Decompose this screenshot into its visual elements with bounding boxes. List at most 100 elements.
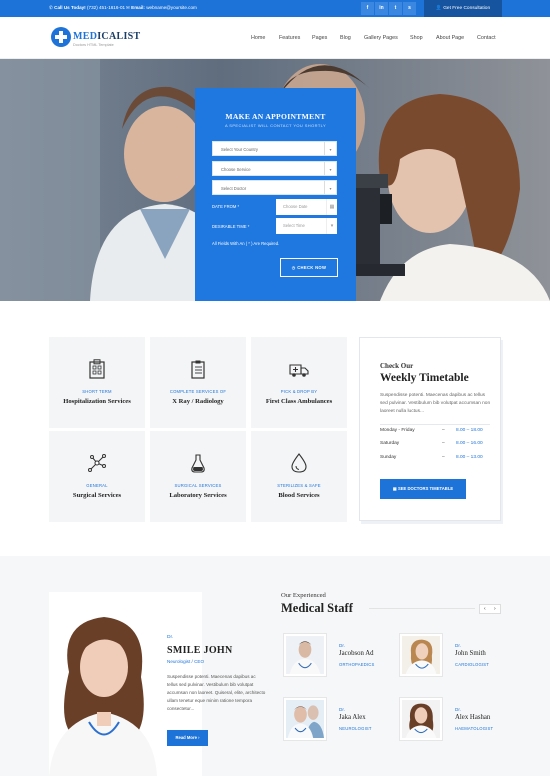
nav-about-page[interactable]: About Page	[436, 35, 464, 41]
free-consultation-button[interactable]: 👤 Get Free Consultation	[424, 0, 502, 17]
appointment-title: MAKE AN APPOINTMENT	[225, 112, 326, 121]
logo-text[interactable]: MEDICALIST	[73, 31, 140, 42]
doctor-name[interactable]: Jaka Alex	[339, 714, 366, 721]
doctor-prefix: Dr.	[339, 643, 345, 648]
staff-pretitle: Our Experienced	[281, 592, 326, 599]
nav-pages[interactable]: Pages	[312, 35, 327, 41]
phone-number[interactable]: (732) 451-1616-01	[87, 5, 125, 10]
linkedin-icon[interactable]: in	[375, 2, 388, 15]
see-timetable-label: SEE DOCTORS TIMETABLE	[397, 486, 454, 491]
timetable-time: 8.00 – 16.00	[456, 441, 483, 446]
staff-title: Medical Staff	[281, 601, 353, 615]
chevron-down-icon: ▾	[324, 142, 336, 155]
read-more-button[interactable]: Read More ›	[167, 730, 208, 746]
doctor-prefix: Dr.	[455, 707, 461, 712]
service-category: STERILIZES & SAFE	[277, 483, 321, 488]
doctor-photo[interactable]	[284, 634, 326, 676]
doctor-photo[interactable]	[400, 634, 442, 676]
email-address[interactable]: webname@yoursite.com	[146, 5, 197, 10]
see-timetable-button[interactable]: ▦ SEE DOCTORS TIMETABLE	[380, 479, 466, 499]
chevron-down-icon: ▾	[324, 162, 336, 175]
logo-text-part2: ICALIST	[97, 31, 141, 42]
timetable-row: Monday - Friday – 8.00 – 18.00	[380, 428, 492, 433]
featured-doctor-name[interactable]: SMILE JOHN	[167, 645, 233, 656]
service-category: COMPLETE SERVICES OF	[169, 389, 227, 394]
doctor-name[interactable]: Alex Hashan	[455, 714, 490, 721]
timetable-day: Saturday	[380, 441, 400, 446]
timetable-time: 8.00 – 18.00	[456, 428, 483, 433]
molecule-icon	[88, 454, 106, 472]
service-card[interactable]: SURGICAL SERVICES Laboratory Services	[150, 431, 246, 522]
chevron-right-icon: ›	[198, 735, 200, 740]
featured-doctor-prefix: Dr.	[167, 635, 174, 640]
chevron-left-icon[interactable]: ‹	[484, 606, 486, 612]
divider	[380, 424, 490, 425]
service-select[interactable]: Choose Service ▾	[212, 161, 337, 176]
doctor-prefix: Dr.	[455, 643, 461, 648]
doctor-select[interactable]: Select Doctor ▾	[212, 180, 337, 195]
service-name: X Ray / Radiology	[172, 398, 224, 405]
nav-gallery-pages[interactable]: Gallery Pages	[364, 35, 398, 41]
service-card[interactable]: PICK & DROP BY First Class Ambulances	[251, 337, 347, 428]
clipboard-icon	[191, 360, 205, 379]
logo-cross-icon[interactable]	[51, 27, 71, 47]
timetable-dash: –	[442, 455, 445, 460]
top-bar: ✆ Call Us Today! (732) 451-1616-01 ✉ Ema…	[0, 0, 550, 17]
date-input[interactable]: Choose Date ▦	[276, 199, 337, 215]
staff-carousel-nav: ‹ ›	[479, 604, 501, 614]
service-card[interactable]: STERILIZES & SAFE Blood Services	[251, 431, 347, 522]
service-name: First Class Ambulances	[265, 398, 333, 405]
doctor-specialty: ORTHOPAEDICS	[339, 662, 375, 667]
free-consultation-label: Get Free Consultation	[443, 6, 491, 11]
timetable-day: Sunday	[380, 455, 397, 460]
doctor-name[interactable]: John Smith	[455, 650, 486, 657]
service-card[interactable]: GENERAL Surgical Services	[49, 431, 145, 522]
service-card[interactable]: SHORT TERM Hospitalization Services	[49, 337, 145, 428]
chevron-down-icon: ▾	[326, 218, 337, 234]
timetable-title: Weekly Timetable	[380, 372, 469, 384]
twitter-icon[interactable]: t	[389, 2, 402, 15]
calendar-icon: ▦	[392, 486, 397, 491]
timetable-text: Suspendisse potenti. Maecenas dapibus ac…	[380, 393, 491, 414]
timetable-pretitle: Check Our	[380, 362, 414, 370]
doctor-specialty: HAEMATOLOGIST	[455, 726, 494, 731]
nav-blog[interactable]: Blog	[340, 35, 351, 41]
timetable-time: 8.00 – 13.00	[456, 455, 483, 460]
logo-text-part1: MED	[73, 31, 98, 42]
time-select-placeholder: Select Time	[283, 223, 305, 228]
logo-tagline: Doctors HTML Template	[73, 43, 114, 47]
chevron-down-icon: ▾	[324, 181, 336, 194]
doctor-select-value: Select Doctor	[221, 186, 247, 191]
time-label: DESIRABLE TIME *	[212, 224, 250, 229]
doctor-photo[interactable]	[284, 698, 326, 740]
weekly-timetable-card: Check Our Weekly Timetable Suspendisse p…	[359, 337, 501, 521]
nav-contact[interactable]: Contact	[477, 35, 496, 41]
divider	[369, 608, 475, 609]
skype-icon[interactable]: s	[403, 2, 416, 15]
service-category: SHORT TERM	[82, 389, 112, 394]
doctor-photo[interactable]	[400, 698, 442, 740]
service-category: PICK & DROP BY	[280, 389, 318, 394]
chevron-right-icon[interactable]: ›	[494, 606, 496, 612]
featured-doctor-role: Neurologist / CEO	[167, 659, 205, 664]
country-select[interactable]: Select Your Country ▾	[212, 141, 337, 156]
doctor-name[interactable]: Jacobson Ad	[339, 650, 374, 657]
nav-home[interactable]: Home	[251, 35, 265, 41]
nav-shop[interactable]: Shop	[410, 35, 423, 41]
ambulance-icon	[289, 364, 309, 377]
time-select[interactable]: Select Time ▾	[276, 218, 337, 234]
required-note: All Fields With An ( * ) Are Required.	[212, 241, 280, 246]
service-name: Surgical Services	[72, 492, 122, 499]
service-card[interactable]: COMPLETE SERVICES OF X Ray / Radiology	[150, 337, 246, 428]
service-name: Hospitalization Services	[63, 398, 131, 405]
service-category: GENERAL	[86, 483, 108, 488]
service-category: SURGICAL SERVICES	[174, 483, 222, 488]
clock-icon: ◷	[291, 265, 296, 270]
check-now-button[interactable]: ◷ CHECK NOW	[280, 258, 338, 277]
facebook-icon[interactable]: f	[361, 2, 374, 15]
nav-features[interactable]: Features	[279, 35, 300, 41]
doctor-specialty: CARDIOLOGIST	[455, 662, 490, 667]
timetable-row: Saturday – 8.00 – 16.00	[380, 441, 492, 446]
flask-icon	[191, 454, 205, 473]
date-input-placeholder: Choose Date	[283, 204, 308, 209]
